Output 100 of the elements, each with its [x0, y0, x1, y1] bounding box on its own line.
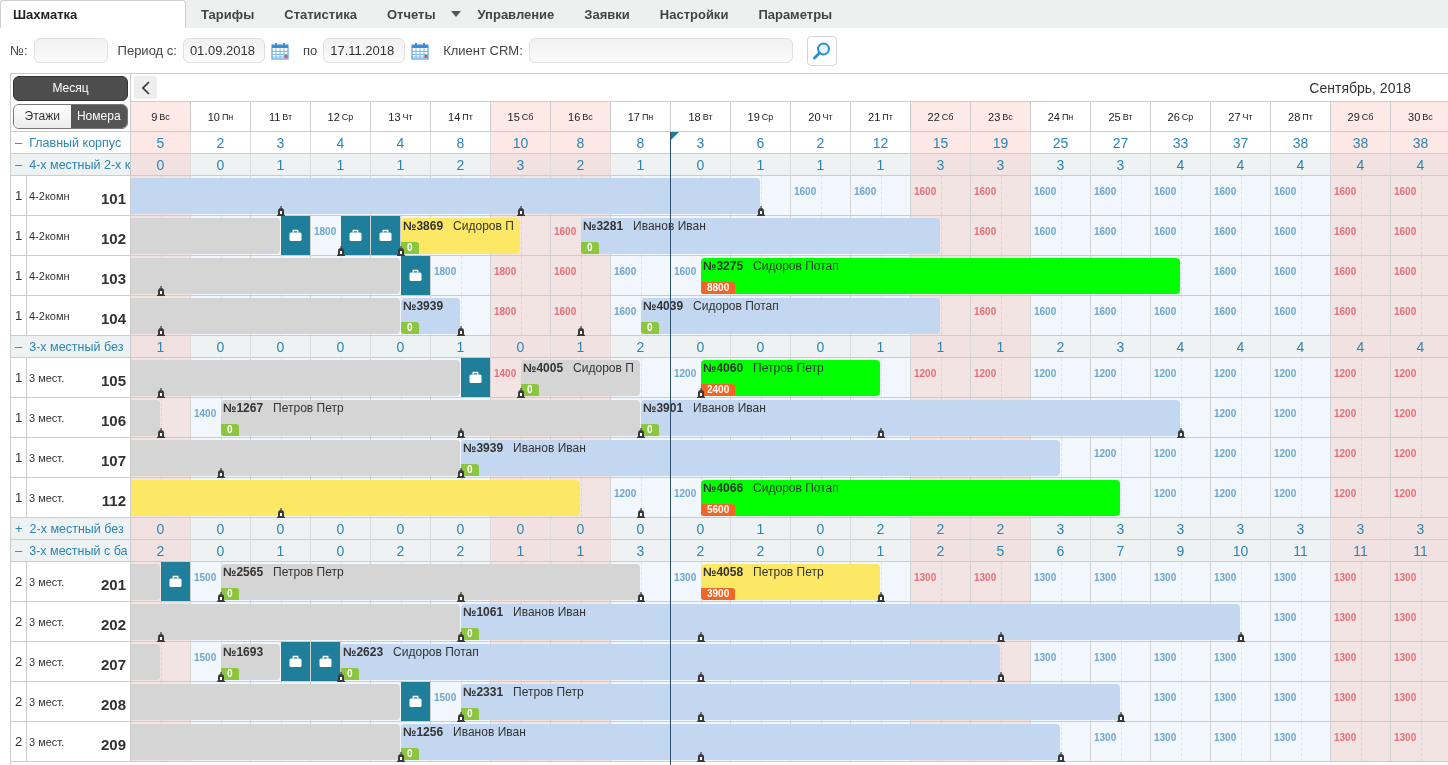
count-cell: 4 — [1391, 154, 1448, 176]
marker-icon[interactable] — [456, 325, 466, 336]
booking-label: №3939 Иванов Иван — [462, 440, 587, 456]
price-label: 1600 — [974, 306, 997, 318]
marker-icon[interactable] — [216, 591, 226, 602]
date-field[interactable]: 01.09.2018 — [182, 38, 265, 63]
marker-icon[interactable] — [516, 205, 526, 216]
marker-icon[interactable] — [996, 671, 1006, 682]
marker-icon[interactable] — [876, 591, 886, 602]
marker-icon[interactable] — [696, 671, 706, 682]
tab[interactable]: Управление — [462, 1, 570, 28]
toggle-button[interactable]: + — [15, 521, 23, 536]
luggage-tile[interactable] — [161, 562, 191, 601]
tab[interactable]: Тарифы — [186, 1, 270, 28]
marker-icon[interactable] — [696, 631, 706, 642]
month-button[interactable]: Месяц — [13, 76, 128, 101]
marker-icon[interactable] — [276, 507, 286, 518]
booking-bar[interactable]: №4060 Петров Петр 2400 — [701, 360, 880, 396]
booking-bar[interactable]: №3275 Сидоров Потап 8800 — [701, 258, 1180, 294]
marker-icon[interactable] — [1236, 631, 1246, 642]
marker-icon[interactable] — [456, 631, 466, 642]
marker-icon[interactable] — [156, 325, 166, 336]
previous-button[interactable] — [134, 76, 157, 99]
calendar-icon[interactable] — [270, 41, 289, 60]
view-toggle[interactable]: Этажи — [14, 104, 71, 128]
tab[interactable]: Статистика — [269, 1, 372, 28]
tab[interactable]: Настройки — [644, 1, 744, 28]
caret-icon[interactable] — [450, 11, 461, 17]
marker-icon[interactable] — [216, 671, 226, 682]
booking-bar[interactable]: №2623 Сидоров Потап 0 — [341, 644, 1000, 680]
booking-bar[interactable]: №3939 Иванов Иван 0 — [461, 440, 1060, 476]
marker-icon[interactable] — [156, 387, 166, 398]
luggage-tile[interactable] — [461, 358, 491, 397]
marker-icon[interactable] — [156, 285, 166, 296]
marker-icon[interactable] — [156, 631, 166, 642]
toggle-button[interactable]: – — [15, 543, 23, 558]
marker-icon[interactable] — [1176, 427, 1186, 438]
date-field[interactable]: 17.11.2018 — [323, 38, 406, 63]
toggle-button[interactable]: – — [15, 339, 23, 354]
booking-bar[interactable]: №1693 0 — [221, 644, 280, 680]
marker-icon[interactable] — [636, 591, 646, 602]
booking-bar[interactable]: №4058 Петров Петр 3900 — [701, 564, 880, 600]
marker-icon[interactable] — [336, 245, 346, 256]
marker-icon[interactable] — [456, 467, 466, 478]
marker-icon[interactable] — [216, 467, 226, 478]
booking-bar[interactable]: №3869 Сидоров П 0 — [401, 218, 520, 254]
marker-icon[interactable] — [456, 427, 466, 438]
luggage-tile[interactable] — [401, 256, 431, 295]
marker-icon[interactable] — [576, 325, 586, 336]
luggage-tile[interactable] — [401, 682, 431, 721]
view-toggle[interactable]: Номера — [70, 104, 127, 128]
toggle-button[interactable]: – — [15, 157, 23, 172]
booking-bar[interactable]: №1061 Иванов Иван 0 — [461, 604, 1240, 640]
marker-icon[interactable] — [636, 507, 646, 518]
tab[interactable]: Параметры — [743, 1, 848, 28]
calendar-icon[interactable] — [411, 41, 430, 60]
floor-number: 2 — [11, 642, 27, 681]
booking-bar[interactable]: №1256 Иванов Иван 0 — [401, 724, 1060, 760]
booking-bar[interactable]: №4066 Сидоров Потап 5600 — [701, 480, 1120, 516]
marker-icon[interactable] — [516, 387, 526, 398]
price-label: 1600 — [1274, 226, 1297, 238]
booking-bar[interactable]: №4005 Сидоров П 0 — [521, 360, 640, 396]
price-label: 1300 — [1154, 692, 1177, 704]
count-cell: 3 — [1031, 518, 1091, 540]
luggage-tile[interactable] — [311, 642, 341, 681]
marker-icon[interactable] — [456, 711, 466, 722]
marker-icon[interactable] — [756, 205, 766, 216]
booking-bar[interactable]: №2565 Петров Петр 0 — [221, 564, 640, 600]
search-button[interactable] — [806, 35, 837, 66]
luggage-tile[interactable] — [281, 642, 311, 681]
marker-icon[interactable] — [1056, 751, 1066, 762]
marker-icon[interactable] — [876, 427, 886, 438]
tab[interactable]: Шахматка — [0, 0, 186, 28]
marker-icon[interactable] — [396, 245, 406, 256]
booking-bar[interactable]: №2331 Петров Петр 0 — [461, 684, 1120, 720]
marker-icon[interactable] — [696, 751, 706, 762]
marker-icon[interactable] — [276, 205, 286, 216]
marker-icon[interactable] — [396, 751, 406, 762]
marker-icon[interactable] — [996, 631, 1006, 642]
toggle-button[interactable]: – — [15, 135, 23, 150]
luggage-tile[interactable] — [341, 216, 371, 255]
marker-icon[interactable] — [696, 711, 706, 722]
booking-bar[interactable]: №1267 Петров Петр 0 — [221, 400, 640, 436]
marker-icon[interactable] — [456, 591, 466, 602]
field-label: по — [302, 43, 318, 58]
marker-icon[interactable] — [696, 387, 706, 398]
count-cell: 2 — [551, 154, 611, 176]
marker-icon[interactable] — [336, 671, 346, 682]
text-field[interactable] — [33, 38, 108, 63]
luggage-tile[interactable] — [281, 216, 311, 255]
booking-bar[interactable]: №3939 0 — [401, 298, 460, 334]
marker-icon[interactable] — [1116, 711, 1126, 722]
tab[interactable]: Отчеты — [371, 1, 451, 28]
text-field[interactable] — [528, 38, 793, 63]
marker-icon[interactable] — [636, 427, 646, 438]
price-label: 1200 — [1214, 408, 1237, 420]
marker-icon[interactable] — [156, 427, 166, 438]
tab[interactable]: Заявки — [569, 1, 645, 28]
luggage-tile[interactable] — [371, 216, 401, 255]
room-number: 202 — [100, 615, 127, 633]
